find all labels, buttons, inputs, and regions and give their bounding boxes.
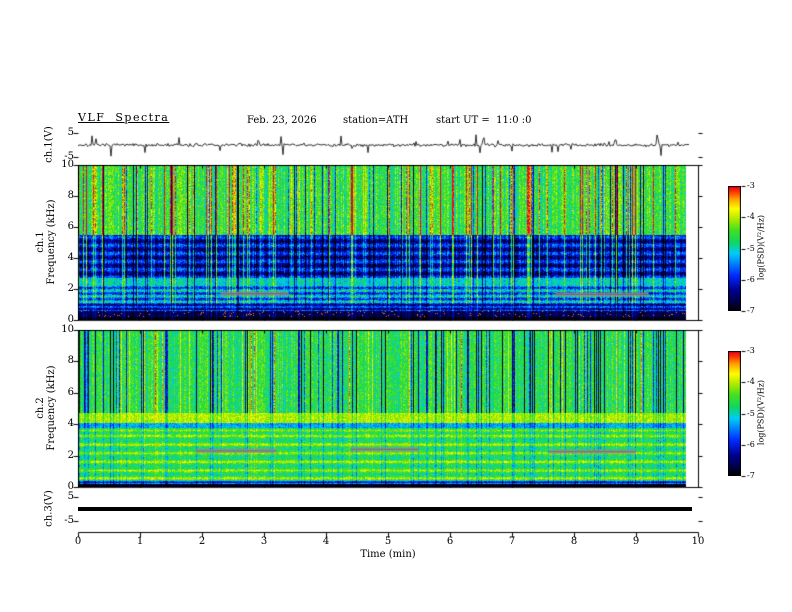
time-tick-label: 4 — [322, 536, 330, 547]
ch3-voltage-ylabel: ch.3(V) — [43, 490, 55, 527]
time-tick-label: 0 — [74, 536, 82, 547]
figure-title: VLF Spectra — [78, 111, 170, 124]
ch2-spec-ytick-label: 10 — [61, 324, 74, 335]
cb2-tick-label: -7 — [747, 471, 755, 480]
ch3-ytick-label: 5 — [67, 491, 74, 502]
cb1-tick-label: -6 — [747, 275, 755, 284]
time-tick-label: 9 — [632, 536, 640, 547]
station-label: station=ATH — [343, 115, 409, 126]
date-label: Feb. 23, 2026 — [247, 115, 317, 126]
time-tick-label: 8 — [570, 536, 578, 547]
ch2-spectrogram-canvas — [78, 330, 698, 487]
start-ut-label: start UT = 11:0 :0 — [436, 115, 532, 126]
time-tick-label: 2 — [198, 536, 206, 547]
ch1-wave-ytick-label: 5 — [67, 127, 74, 138]
ch2-spec-ytick-label: 2 — [67, 450, 74, 461]
time-tick-label: 5 — [384, 536, 392, 547]
cb1-tick-label: -7 — [747, 306, 755, 315]
colorbar-ch2-label: log(PSD)(V²/Hz) — [756, 379, 766, 446]
time-tick-label: 6 — [446, 536, 454, 547]
cb2-tick-label: -3 — [747, 346, 755, 355]
ch1-waveform-canvas — [78, 131, 698, 159]
cb2-tick-label: -4 — [747, 377, 755, 386]
ch1-spec-ytick-label: 2 — [67, 283, 74, 294]
ch3-ytick-label: -5 — [64, 515, 74, 526]
ch2-spec-ytick-label: 6 — [67, 387, 74, 398]
ch2-spec-ytick-label: 4 — [67, 418, 74, 429]
colorbar-ch1 — [728, 186, 741, 311]
ch1-spec-ytick-label: 4 — [67, 252, 74, 263]
ch1-spec-ytick-label: 8 — [67, 190, 74, 201]
time-tick-label: 10 — [691, 536, 705, 547]
cb1-tick-label: -3 — [747, 181, 755, 190]
ch1-wave-ytick-label: -5 — [64, 151, 74, 162]
cb2-tick-label: -6 — [747, 440, 755, 449]
time-tick-label: 7 — [508, 536, 516, 547]
ch3-trace — [78, 507, 692, 511]
ch1-spectrogram-canvas — [78, 165, 698, 320]
time-axis-label: Time (min) — [360, 549, 416, 560]
time-tick-label: 1 — [136, 536, 144, 547]
colorbar-ch2 — [728, 351, 741, 476]
ch2-spec-ytick-label: 8 — [67, 355, 74, 366]
cb2-tick-label: -5 — [747, 409, 755, 418]
vlf-spectra-figure: VLF Spectra Feb. 23, 2026 station=ATH st… — [0, 0, 792, 612]
cb1-tick-label: -4 — [747, 212, 755, 221]
time-tick-label: 3 — [260, 536, 268, 547]
ch1-spec-ytick-label: 6 — [67, 221, 74, 232]
cb1-tick-label: -5 — [747, 244, 755, 253]
